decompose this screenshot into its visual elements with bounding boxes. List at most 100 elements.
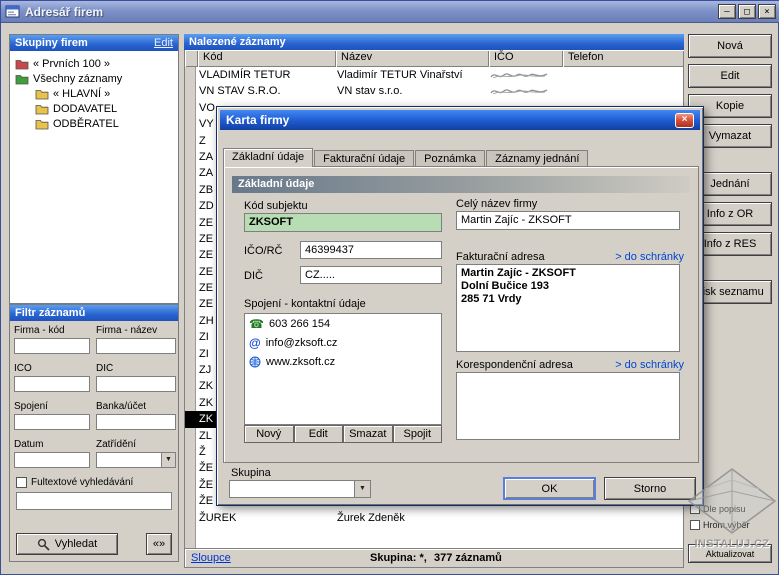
by-description-label: Dle popisu xyxy=(703,504,746,514)
row-code: VLADIMÍR TETUR xyxy=(199,67,337,83)
groups-edit-link[interactable]: Edit xyxy=(154,37,173,49)
dialog-tab-2[interactable]: Poznámka xyxy=(415,150,485,167)
contact-value: 603 266 154 xyxy=(269,318,330,330)
contact-item[interactable]: ☎ 603 266 154 xyxy=(245,314,441,333)
groups-title: Skupiny firem xyxy=(15,37,88,49)
edit-company-button[interactable]: Edit xyxy=(688,64,772,88)
contact-join-button[interactable]: Spojit xyxy=(393,425,443,443)
row-code: VN STAV S.R.O. xyxy=(199,83,337,99)
app-icon xyxy=(5,5,20,18)
ico-scribble-icon xyxy=(490,69,548,81)
tree-item[interactable]: « HLAVNÍ » xyxy=(10,86,178,101)
cancel-button[interactable]: Storno xyxy=(604,477,696,500)
fulltext-input[interactable] xyxy=(16,492,172,510)
filter-field: Spojení xyxy=(14,401,90,430)
filter-field: Banka/účet xyxy=(96,401,176,430)
contact-item[interactable]: www.zksoft.cz xyxy=(245,352,441,371)
fulltext-row: Fultextové vyhledávání xyxy=(16,477,133,488)
contacts-label: Spojení - kontaktní údaje xyxy=(244,298,366,310)
postal-clipboard-link[interactable]: > do schránky xyxy=(615,359,684,371)
dialog-tab-0[interactable]: Základní údaje xyxy=(223,148,313,167)
code-field[interactable]: ZKSOFT xyxy=(244,213,442,232)
filter-field-input[interactable] xyxy=(96,338,176,354)
table-row[interactable]: VLADIMÍR TETURVladimír TETUR Vinařství xyxy=(185,67,683,83)
phone-icon: ☎ xyxy=(249,317,264,331)
filter-field-input[interactable] xyxy=(96,376,176,392)
folder-red-icon xyxy=(15,58,29,70)
dropdown-arrow-icon[interactable]: ▼ xyxy=(161,453,175,467)
window-titlebar: Adresář firem – □ × xyxy=(1,1,779,23)
ok-button[interactable]: OK xyxy=(503,477,596,500)
filter-field-label: DIČ xyxy=(96,363,176,374)
row-name: Žurek Zdeněk xyxy=(337,510,490,526)
company-card-dialog: Karta firmy × Základní údajeFakturační ú… xyxy=(216,106,704,506)
postal-address-box[interactable] xyxy=(456,372,680,440)
filter-field-input[interactable] xyxy=(96,414,176,430)
filter-field-input[interactable]: ▼ xyxy=(96,452,176,468)
close-button[interactable]: × xyxy=(758,4,776,19)
tree-item-label: « Prvních 100 » xyxy=(33,58,110,70)
column-header-gutter xyxy=(185,50,198,67)
row-name: VN stav s.r.o. xyxy=(337,83,490,99)
filter-field: Firma - kód xyxy=(14,325,90,354)
search-button[interactable]: Vyhledat xyxy=(16,533,118,555)
filter-field-input[interactable] xyxy=(14,338,90,354)
row-ico xyxy=(490,510,564,526)
filter-field-label: Banka/účet xyxy=(96,401,176,412)
filter-field-input[interactable] xyxy=(14,376,90,392)
column-header-telefon[interactable]: Telefon xyxy=(563,50,684,67)
selected-row-arrow-icon: ► xyxy=(186,413,195,423)
ico-field[interactable]: 46399437 xyxy=(300,241,442,259)
columns-link[interactable]: Sloupce xyxy=(191,552,231,564)
records-column-header: KódNázevIČOTelefon xyxy=(184,50,684,67)
invoice-clipboard-link[interactable]: > do schránky xyxy=(615,251,684,263)
dropdown-arrow-icon[interactable]: ▼ xyxy=(354,481,370,497)
dialog-tab-panel: Základní údaje Kód subjektu ZKSOFT IČO/R… xyxy=(223,166,699,463)
new-company-button[interactable]: Nová xyxy=(688,34,772,58)
invoice-address-label: Fakturační adresa xyxy=(456,251,545,263)
filter-field: Datum xyxy=(14,439,90,468)
contact-delete-button[interactable]: Smazat xyxy=(343,425,393,443)
table-row[interactable]: ŽUREKŽurek Zdeněk xyxy=(185,510,683,526)
contact-edit-button[interactable]: Edit xyxy=(294,425,344,443)
tree-item[interactable]: ODBĚRATEL xyxy=(10,116,178,131)
dic-field[interactable]: CZ..... xyxy=(300,266,442,284)
filter-field-label: Firma - název xyxy=(96,325,176,336)
column-header-ico[interactable]: IČO xyxy=(489,50,563,67)
collapse-button[interactable]: «» xyxy=(146,533,172,555)
column-header-kod[interactable]: Kód xyxy=(198,50,336,67)
filter-field-input[interactable] xyxy=(14,414,90,430)
dialog-tab-1[interactable]: Fakturační údaje xyxy=(314,150,414,167)
row-name: Vladimír TETUR Vinařství xyxy=(337,67,490,83)
maximize-button[interactable]: □ xyxy=(738,4,756,19)
fulltext-checkbox[interactable] xyxy=(16,477,27,488)
dialog-close-button[interactable]: × xyxy=(675,113,694,128)
status-record-count: 377 záznamů xyxy=(434,552,502,564)
bulk-select-label: Hrom.výběr xyxy=(703,520,750,530)
contacts-listbox[interactable]: ☎ 603 266 154 @info@zksoft.czwww.zksoft.cz xyxy=(244,313,442,425)
filter-field-input[interactable] xyxy=(14,452,90,468)
bulk-select-checkbox[interactable] xyxy=(690,520,700,530)
contact-item[interactable]: @info@zksoft.cz xyxy=(245,333,441,352)
column-header-nazev[interactable]: Název xyxy=(336,50,489,67)
bulk-select-row: Hrom.výběr xyxy=(690,520,750,530)
folder-green-icon xyxy=(15,73,29,85)
filter-title: Filtr záznamů xyxy=(15,307,85,319)
group-combo[interactable]: ▼ xyxy=(229,480,371,498)
dic-label: DIČ xyxy=(244,270,263,282)
row-code: ŽUREK xyxy=(199,510,337,526)
refresh-button[interactable]: Aktualizovat xyxy=(688,544,772,563)
tree-item[interactable]: « Prvních 100 » xyxy=(10,56,178,71)
contact-new-button[interactable]: Nový xyxy=(244,425,294,443)
ico-scribble-icon xyxy=(490,85,548,97)
tree-item[interactable]: DODAVATEL xyxy=(10,101,178,116)
tree-item[interactable]: Všechny záznamy xyxy=(10,71,178,86)
invoice-address-box[interactable]: Martin Zajíc - ZKSOFT Dolní Bučice 193 2… xyxy=(456,264,680,352)
company-name-field[interactable]: Martin Zajíc - ZKSOFT xyxy=(456,211,680,230)
status-bar: Sloupce Skupina: *, 377 záznamů xyxy=(184,548,684,568)
filter-field-label: IČO xyxy=(14,363,90,374)
minimize-button[interactable]: – xyxy=(718,4,736,19)
filter-field-label: Datum xyxy=(14,439,90,450)
table-row[interactable]: VN STAV S.R.O.VN stav s.r.o. xyxy=(185,83,683,99)
dialog-tab-3[interactable]: Záznamy jednání xyxy=(486,150,588,167)
